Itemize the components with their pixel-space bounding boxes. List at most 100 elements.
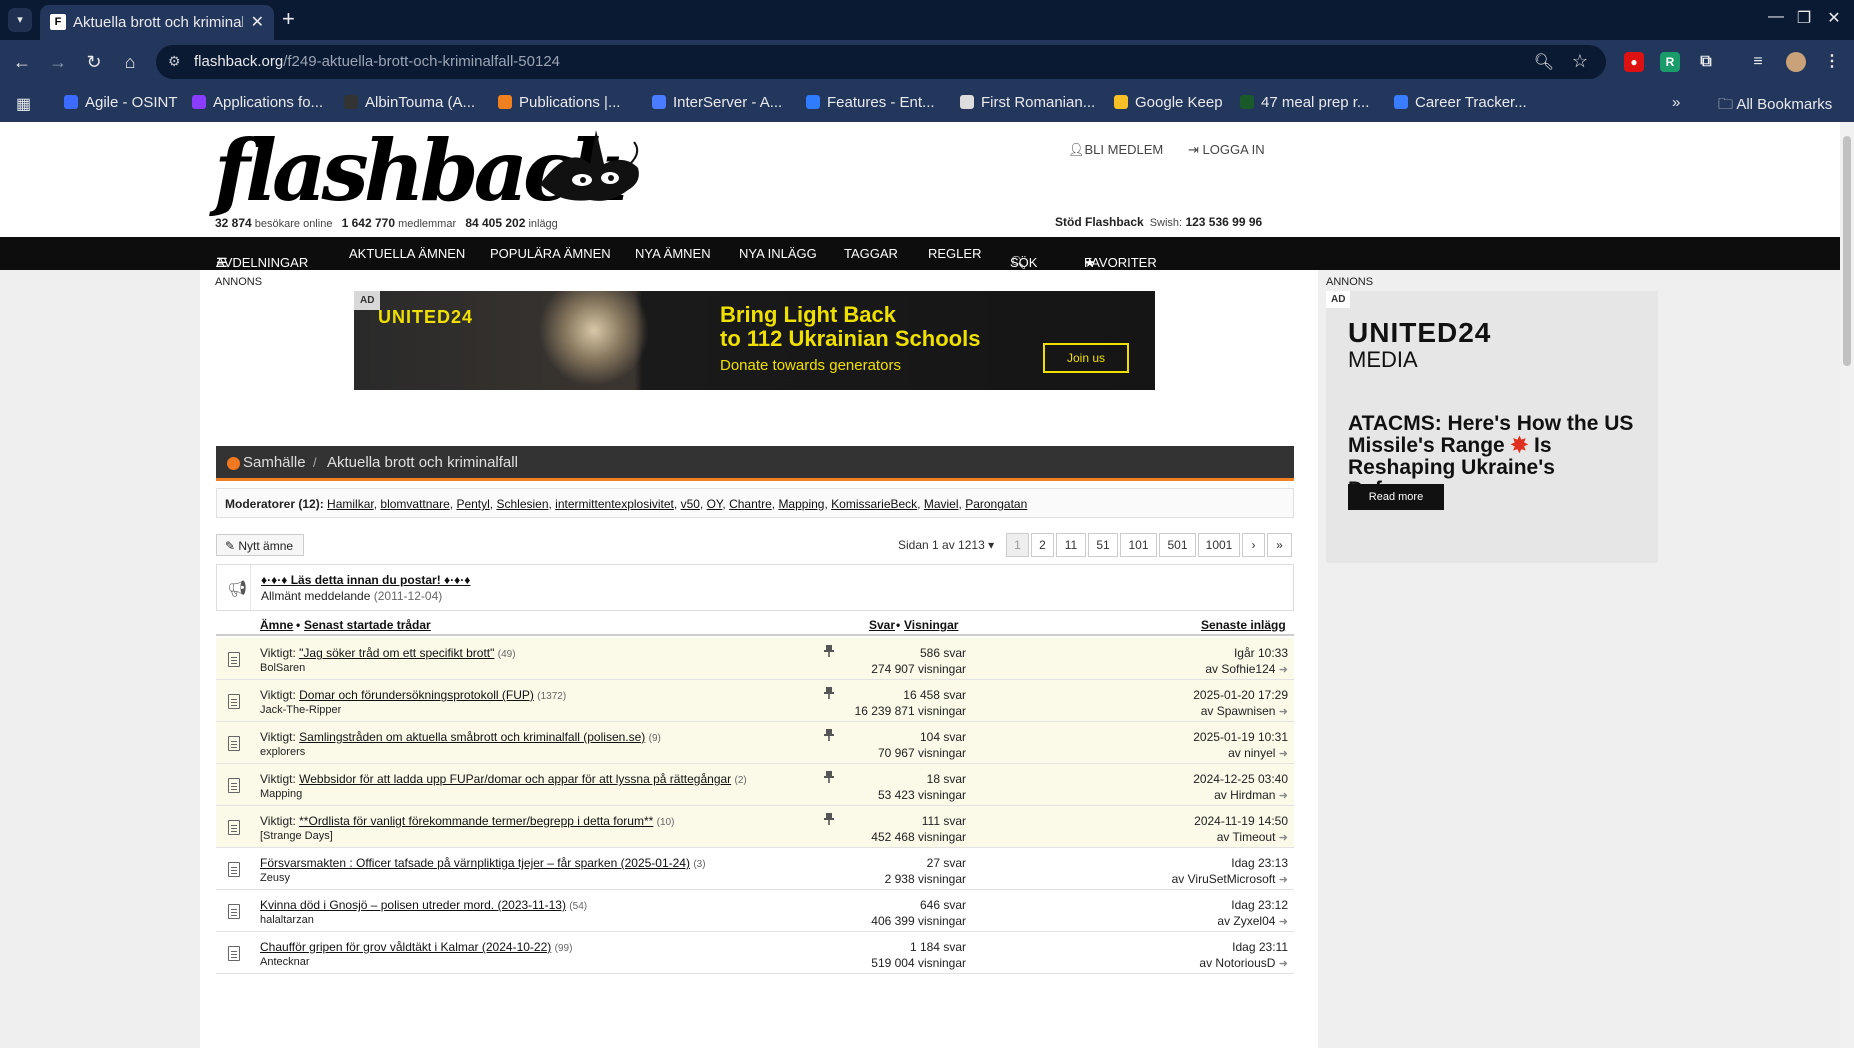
thread-page-count[interactable]: (9) [649,733,661,744]
thread-page-count[interactable]: (1372) [537,691,566,702]
go-to-last-post-icon[interactable]: ➜ [1279,664,1288,676]
last-post-by[interactable]: av Spawnisen [1201,704,1276,718]
last-post-by[interactable]: av ViruSetMicrosoft [1172,872,1276,886]
thread-link[interactable]: Samlingstråden om aktuella småbrott och … [299,730,645,744]
last-post-by[interactable]: av Timeout [1217,830,1276,844]
page-button[interactable]: 1001 [1198,533,1240,557]
announcement-title[interactable]: ♦·♦·♦ Läs detta innan du postar! ♦·♦·♦ [261,573,470,587]
banner-join-button[interactable]: Join us [1043,343,1129,373]
thread-author[interactable]: Jack-The-Ripper [260,704,341,716]
table-row[interactable]: Viktigt: Webbsidor för att ladda upp FUP… [216,764,1294,806]
moderator-link[interactable]: Parongatan [965,497,1027,511]
moderator-link[interactable]: OY [707,497,723,511]
forward-icon[interactable]: → [46,50,70,74]
extension-r-icon[interactable]: R [1660,52,1680,72]
table-row[interactable]: Viktigt: **Ordlista för vanligt förekomm… [216,806,1294,848]
apps-grid-icon[interactable]: ▦ [16,94,31,114]
thread-link[interactable]: **Ordlista för vanligt förekommande term… [299,814,653,828]
scroll-thumb[interactable] [1843,136,1851,366]
page-button[interactable]: 2 [1031,533,1054,557]
last-page-button[interactable]: » [1267,533,1292,557]
tab-search-button[interactable]: ▾ [8,8,32,32]
page-scrollbar[interactable] [1840,122,1854,1048]
thread-link[interactable]: "Jag söker tråd om ett specifikt brott" [299,646,494,660]
active-tab[interactable]: F Aktuella brott och kriminalfall ✕ [40,5,274,40]
moderator-link[interactable]: Chantre [729,497,772,511]
bookmark-item[interactable]: Applications fo... [192,94,323,111]
thread-link[interactable]: Försvarsmakten : Officer tafsade på värn… [260,856,690,870]
moderator-link[interactable]: Hamilkar [327,497,374,511]
last-post-by[interactable]: av Zyxel04 [1217,914,1275,928]
thread-author[interactable]: Antecknar [260,956,310,968]
table-row[interactable]: Viktigt: Domar och förundersökningsproto… [216,680,1294,722]
bookmark-item[interactable]: First Romanian... [960,94,1095,111]
nav-rules[interactable]: REGLER [928,246,981,261]
last-post-by[interactable]: av ninyel [1228,746,1275,760]
moderator-link[interactable]: Schlesien [496,497,548,511]
login-link[interactable]: ⇥ LOGGA IN [1188,142,1265,158]
go-to-last-post-icon[interactable]: ➜ [1279,706,1288,718]
last-post-by[interactable]: av NotoriousD [1199,956,1275,970]
sort-views[interactable]: Visningar [904,618,958,632]
home-icon[interactable]: ⌂ [118,50,142,74]
moderator-link[interactable]: KomissarieBeck [831,497,917,511]
go-to-last-post-icon[interactable]: ➜ [1279,790,1288,802]
thread-author[interactable]: Mapping [260,788,302,800]
nav-active-topics[interactable]: AKTUELLA ÄMNEN [349,246,465,261]
go-to-last-post-icon[interactable]: ➜ [1279,874,1288,886]
go-to-last-post-icon[interactable]: ➜ [1279,916,1288,928]
site-info-icon[interactable]: ⚙ [168,53,181,70]
reload-icon[interactable]: ↻ [82,50,106,74]
table-row[interactable]: Chaufför gripen för grov våldtäkt i Kalm… [216,932,1294,974]
last-post-by[interactable]: av Hirdman [1214,788,1275,802]
table-row[interactable]: Viktigt: Samlingstråden om aktuella småb… [216,722,1294,764]
tab-close-icon[interactable]: ✕ [251,12,264,32]
bookmark-item[interactable]: InterServer - A... [652,94,782,111]
sort-recent[interactable]: Senast startade trådar [304,618,431,632]
thread-page-count[interactable]: (3) [693,859,705,870]
sort-replies[interactable]: Svar [869,618,895,632]
bookmark-item[interactable]: Google Keep [1114,94,1223,111]
thread-page-count[interactable]: (49) [498,649,516,660]
go-to-last-post-icon[interactable]: ➜ [1279,748,1288,760]
bookmark-item[interactable]: Career Tracker... [1394,94,1527,111]
browser-menu-icon[interactable]: ⋮ [1822,52,1842,72]
minimize-icon[interactable]: — [1766,8,1786,26]
page-button[interactable]: 101 [1120,533,1157,557]
next-page-button[interactable]: › [1242,533,1265,557]
go-to-last-post-icon[interactable]: ➜ [1279,958,1288,970]
moderator-link[interactable]: Pentyl [456,497,489,511]
table-row[interactable]: Försvarsmakten : Officer tafsade på värn… [216,848,1294,890]
moderator-link[interactable]: v50 [681,497,700,511]
thread-author[interactable]: halaltarzan [260,914,314,926]
close-window-icon[interactable]: ✕ [1824,8,1844,28]
bookmark-item[interactable]: Publications |... [498,94,620,111]
page-button[interactable]: 501 [1159,533,1196,557]
thread-author[interactable]: Zeusy [260,872,290,884]
table-row[interactable]: Viktigt: "Jag söker tråd om ett specifik… [216,638,1294,680]
extension-adblock-icon[interactable]: ● [1624,52,1644,72]
moderator-link[interactable]: intermittentexplosivitet [555,497,674,511]
thread-page-count[interactable]: (54) [569,901,587,912]
nav-new-topics[interactable]: NYA ÄMNEN [635,246,711,261]
bookmark-item[interactable]: Agile - OSINT [64,94,178,111]
thread-link[interactable]: Domar och förundersökningsprotokoll (FUP… [299,688,534,702]
bookmark-item[interactable]: Features - Ent... [806,94,935,111]
sort-last-post[interactable]: Senaste inlägg [1201,618,1286,632]
moderator-link[interactable]: Maviel [924,497,959,511]
new-topic-button[interactable]: ✎ Nytt ämne [216,534,304,556]
bookmark-star-icon[interactable]: ☆ [1572,51,1588,72]
bookmark-item[interactable]: AlbinTouma (A... [344,94,475,111]
moderator-link[interactable]: blomvattnare [380,497,449,511]
side-ad[interactable]: AD UNITED24 MEDIA ATACMS: Here's How the… [1326,291,1658,563]
media-control-icon[interactable]: ≡ [1748,52,1768,72]
join-link[interactable]: 👤︎BLI MEDLEM [1068,142,1163,158]
thread-link[interactable]: Chaufför gripen för grov våldtäkt i Kalm… [260,940,551,954]
bookmarks-overflow-icon[interactable]: » [1672,94,1680,111]
page-selector[interactable]: Sidan 1 av 1213 ▾ [898,538,994,552]
moderator-link[interactable]: Mapping [778,497,824,511]
extensions-puzzle-icon[interactable]: ⧉ [1696,52,1716,72]
thread-page-count[interactable]: (2) [735,775,747,786]
last-post-by[interactable]: av Sofhie124 [1205,662,1275,676]
zoom-icon[interactable]: 🔍︎ [1534,52,1554,72]
